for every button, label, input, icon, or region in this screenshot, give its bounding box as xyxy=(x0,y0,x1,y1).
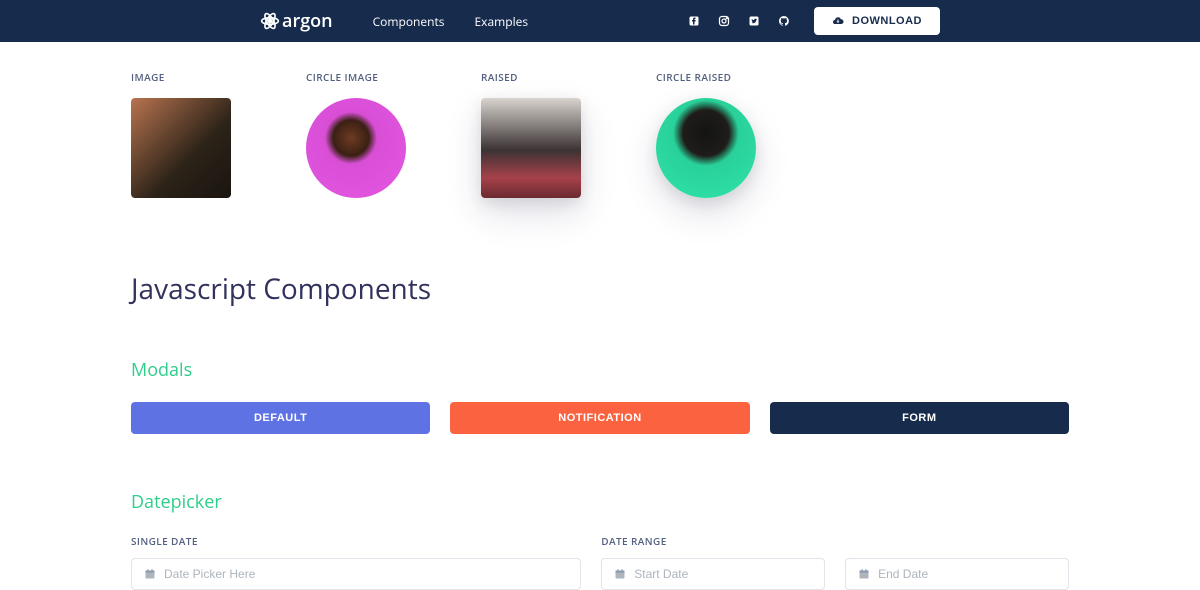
modal-default-button[interactable]: DEFAULT xyxy=(131,402,430,434)
images-row: IMAGE CIRCLE IMAGE RAISED CIRCLE RAISED xyxy=(131,70,1069,198)
date-range-label: DATE RANGE xyxy=(601,534,1069,548)
modal-form-button[interactable]: FORM xyxy=(770,402,1069,434)
modal-buttons-row: DEFAULT NOTIFICATION FORM xyxy=(131,402,1069,434)
sample-image-circle xyxy=(306,98,406,198)
start-date-input[interactable] xyxy=(634,567,812,581)
brand-text: argon xyxy=(282,9,333,33)
download-label: DOWNLOAD xyxy=(852,15,922,27)
datepicker-title: Datepicker xyxy=(131,490,1069,514)
circle-raised-label: CIRCLE RAISED xyxy=(656,70,756,84)
image-label: IMAGE xyxy=(131,70,231,84)
modals-title: Modals xyxy=(131,358,1069,382)
navbar: argon Components Examples DOWNLOAD xyxy=(0,0,1200,42)
nav-links: Components Examples xyxy=(373,13,688,30)
sample-image-square xyxy=(131,98,231,198)
facebook-icon[interactable] xyxy=(688,15,700,27)
sample-image-circle-raised xyxy=(656,98,756,198)
modal-notification-button[interactable]: NOTIFICATION xyxy=(450,402,749,434)
single-date-input[interactable] xyxy=(164,567,568,581)
circle-image-label: CIRCLE IMAGE xyxy=(306,70,406,84)
cloud-download-icon xyxy=(832,15,844,27)
instagram-icon[interactable] xyxy=(718,15,730,27)
download-button[interactable]: DOWNLOAD xyxy=(814,7,940,35)
end-date-input[interactable] xyxy=(878,567,1056,581)
start-date-input-wrap[interactable] xyxy=(601,558,825,590)
single-date-input-wrap[interactable] xyxy=(131,558,581,590)
argon-logo-icon xyxy=(260,11,280,31)
raised-label: RAISED xyxy=(481,70,581,84)
nav-link-examples[interactable]: Examples xyxy=(475,13,529,30)
single-date-label: SINGLE DATE xyxy=(131,534,581,548)
nav-link-components[interactable]: Components xyxy=(373,13,445,30)
twitter-icon[interactable] xyxy=(748,15,760,27)
brand[interactable]: argon xyxy=(260,9,333,33)
nav-social-icons xyxy=(688,15,790,27)
github-icon[interactable] xyxy=(778,15,790,27)
end-date-input-wrap[interactable] xyxy=(845,558,1069,590)
calendar-icon xyxy=(858,568,870,580)
calendar-icon xyxy=(614,568,626,580)
calendar-icon xyxy=(144,568,156,580)
sample-image-raised xyxy=(481,98,581,198)
datepicker-row: SINGLE DATE DATE RANGE xyxy=(131,534,1069,590)
js-components-title: Javascript Components xyxy=(131,270,1069,308)
